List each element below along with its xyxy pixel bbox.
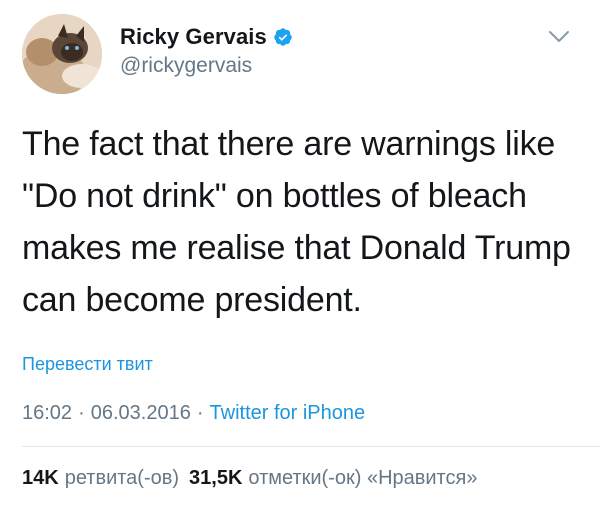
tweet-stats: 14K ретвита(-ов) 31,5K отметки(-ок) «Нра… xyxy=(22,467,477,490)
avatar[interactable] xyxy=(22,14,102,94)
divider xyxy=(22,446,600,447)
chevron-down-icon[interactable] xyxy=(548,30,570,44)
avatar-image xyxy=(22,14,102,94)
tweet-text-line: can become president. xyxy=(22,281,362,319)
tweet-source-link[interactable]: Twitter for iPhone xyxy=(210,402,366,425)
likes-count[interactable]: 31,5K xyxy=(189,467,242,490)
translate-tweet-link[interactable]: Перевести твит xyxy=(22,354,153,375)
meta-separator: · xyxy=(196,402,204,424)
tweet-meta: 16:02 · 06.03.2016 · Twitter for iPhone xyxy=(22,402,365,425)
tweet-text-line: makes me realise that Donald Trump xyxy=(22,229,571,267)
likes-label[interactable]: отметки(-ок) «Нравится» xyxy=(248,467,477,490)
retweets-label[interactable]: ретвита(-ов) xyxy=(65,467,179,490)
tweet-time[interactable]: 16:02 xyxy=(22,402,72,425)
tweet-text-line: "Do not drink" on bottles of bleach xyxy=(22,177,527,215)
tweet-date[interactable]: 06.03.2016 xyxy=(91,402,191,425)
name-row: Ricky Gervais xyxy=(120,24,293,50)
tweet-card: Ricky Gervais @rickygervais The fact tha… xyxy=(0,0,600,506)
meta-separator: · xyxy=(78,402,85,424)
display-name[interactable]: Ricky Gervais xyxy=(120,24,267,50)
tweet-text: The fact that there are warnings like "D… xyxy=(22,118,582,326)
retweets-count[interactable]: 14K xyxy=(22,467,59,490)
tweet-text-line: The fact that there are warnings like xyxy=(22,125,556,163)
author-names: Ricky Gervais @rickygervais xyxy=(120,24,293,78)
author-handle[interactable]: @rickygervais xyxy=(120,54,293,78)
verified-badge-icon xyxy=(273,27,293,47)
tweet-header: Ricky Gervais @rickygervais xyxy=(22,14,293,94)
